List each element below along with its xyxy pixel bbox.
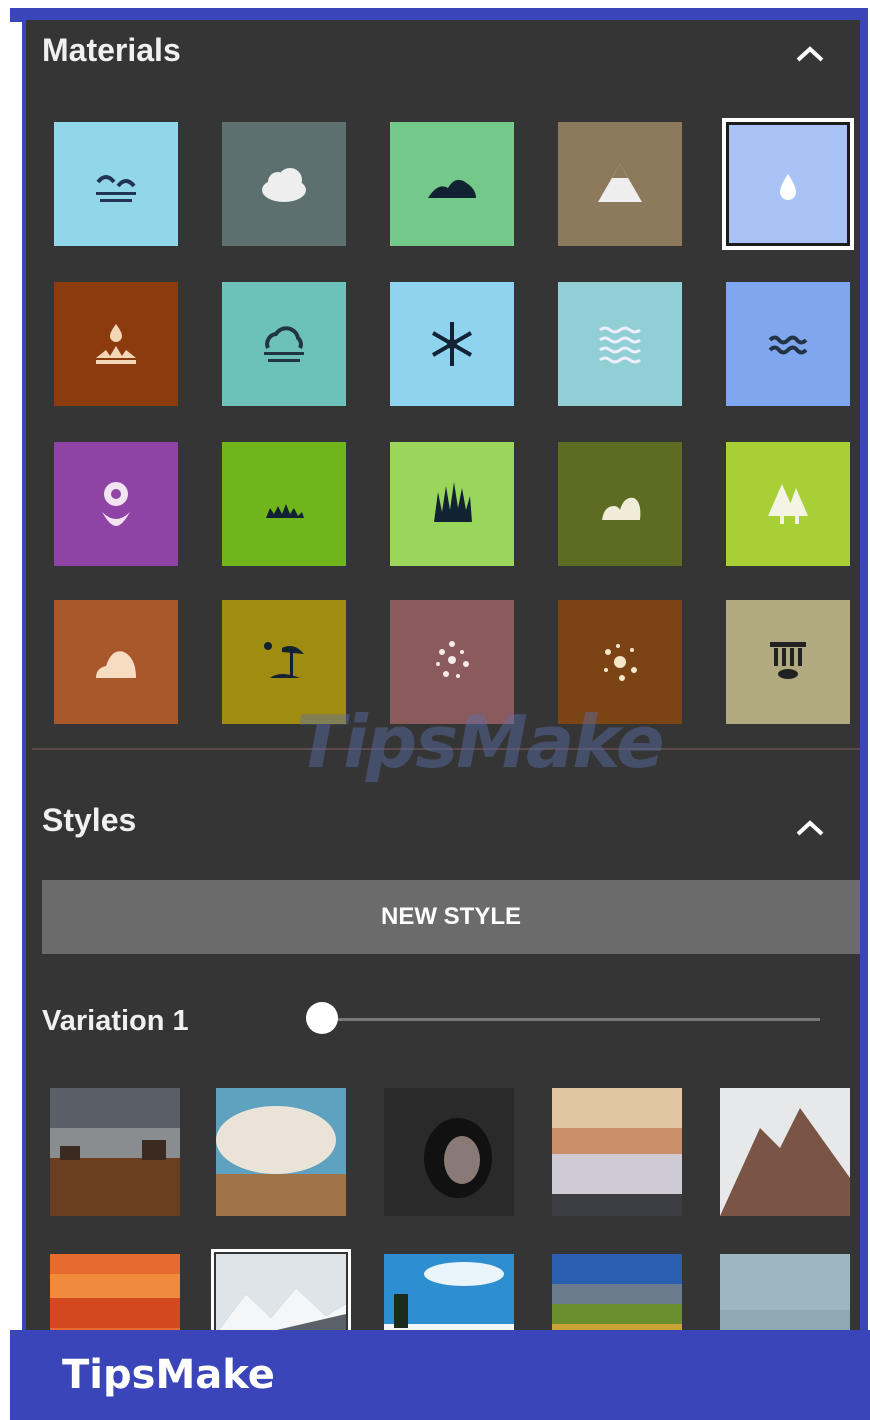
mist-valley-photo[interactable] — [552, 1088, 682, 1216]
material-tile-boulder[interactable] — [54, 600, 178, 724]
material-tile-flower[interactable] — [54, 442, 178, 566]
boulder-icon — [96, 651, 136, 678]
material-tile-water[interactable] — [726, 282, 850, 406]
trees-icon — [768, 484, 808, 524]
material-tile-water-drop[interactable] — [726, 122, 850, 246]
styles-collapse-button[interactable] — [790, 808, 830, 848]
flower-icon — [102, 482, 130, 526]
green-field-photo[interactable] — [552, 1254, 682, 1338]
materials-collapse-button[interactable] — [790, 34, 830, 74]
water-icon — [768, 335, 808, 355]
material-tile-rock[interactable] — [558, 442, 682, 566]
waves-icon — [599, 326, 641, 364]
material-tile-trees[interactable] — [726, 442, 850, 566]
variation-label: Variation 1 — [42, 1005, 189, 1037]
rock-peak-photo[interactable] — [720, 1088, 850, 1216]
cloud-desert-photo[interactable] — [216, 1088, 346, 1216]
sunset-photo[interactable] — [50, 1254, 180, 1338]
material-tile-ruins[interactable] — [726, 600, 850, 724]
material-tile-beach[interactable] — [54, 122, 178, 246]
material-tile-cloud[interactable] — [222, 122, 346, 246]
frame-right-bar — [860, 16, 868, 1338]
cave-photo[interactable] — [384, 1088, 514, 1216]
hills-icon — [428, 179, 476, 198]
grass-tall-icon — [434, 482, 472, 522]
burst-icon — [604, 644, 637, 681]
material-tile-snowflake[interactable] — [390, 282, 514, 406]
materials-title: Materials — [42, 32, 181, 68]
calm-sea-photo[interactable] — [720, 1254, 850, 1338]
mountain-icon — [598, 164, 642, 202]
chevron-up-icon — [796, 820, 824, 836]
variation-slider-thumb[interactable] — [306, 1002, 338, 1034]
palm-tree-icon — [264, 642, 304, 678]
blue-sky-photo[interactable] — [384, 1254, 514, 1338]
chevron-up-icon — [796, 46, 824, 62]
fog-icon — [264, 326, 304, 362]
grass-low-icon — [266, 504, 304, 518]
material-tile-fog[interactable] — [222, 282, 346, 406]
footer-bar: TipsMake — [10, 1330, 870, 1420]
material-tile-hills[interactable] — [390, 122, 514, 246]
new-style-button[interactable]: NEW STYLE — [42, 880, 860, 954]
cloud-icon — [262, 168, 306, 202]
splash-icon — [96, 324, 136, 364]
watermark: TipsMake — [296, 700, 665, 784]
desert-sky-photo[interactable] — [50, 1088, 180, 1216]
material-tile-grass-tall[interactable] — [390, 442, 514, 566]
material-tile-splash[interactable] — [54, 282, 178, 406]
snowy-mountains-photo[interactable] — [211, 1249, 351, 1338]
rock-icon — [602, 497, 641, 520]
beach-icon — [96, 175, 136, 202]
material-tile-mountain[interactable] — [558, 122, 682, 246]
footer-brand: TipsMake — [62, 1352, 275, 1398]
ruins-icon — [770, 642, 806, 679]
material-tile-grass-low[interactable] — [222, 442, 346, 566]
sparkle-dots-icon — [436, 641, 469, 678]
side-panel: Materials Styles NEW STYLE Variation 1 T… — [26, 20, 860, 1338]
material-tile-waves[interactable] — [558, 282, 682, 406]
styles-title: Styles — [42, 802, 137, 838]
water-drop-icon — [780, 174, 796, 200]
variation-slider[interactable] — [322, 1018, 820, 1021]
snowflake-icon — [431, 322, 473, 366]
